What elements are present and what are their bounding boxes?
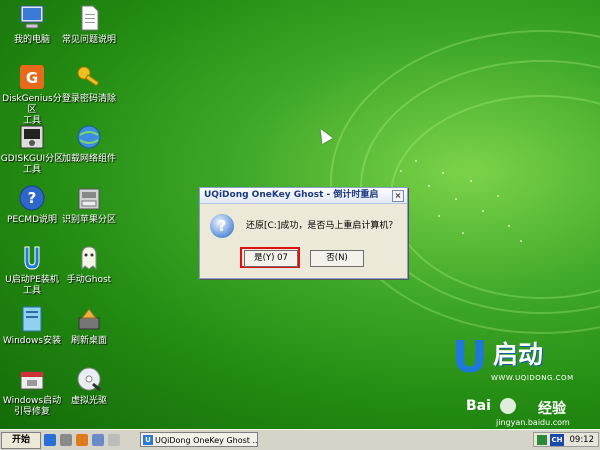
apple-disk-icon: [74, 183, 104, 213]
start-label: 开始: [11, 435, 30, 445]
document-icon: [74, 3, 104, 33]
clock: 09:12: [569, 435, 595, 445]
ghost-icon: [74, 243, 104, 273]
boot-repair-icon: [17, 364, 47, 394]
desktop-icon-diskgenius[interactable]: G DiskGenius分区 工具: [0, 62, 64, 127]
watermark-url: jingyan.baidu.com: [496, 418, 570, 427]
quick-launch-explorer-icon[interactable]: [92, 434, 104, 446]
restart-dialog: UQiDong OneKey Ghost - 倒计时重启 × ? 还原[C:]成…: [199, 187, 408, 279]
dialog-message: 还原[C:]成功，是否马上重启计算机？: [246, 221, 398, 231]
windows-install-icon: [17, 304, 47, 334]
quick-launch-tool-icon[interactable]: [60, 434, 72, 446]
desktop-icon-virtual-cdrom[interactable]: 虚拟光驱: [57, 364, 121, 407]
network-icon: [74, 122, 104, 152]
watermark-text-jingyan: 经验: [538, 401, 566, 417]
desktop-icon-label: GDISKGUI分区 工具: [0, 154, 64, 175]
gdisk-icon: [17, 122, 47, 152]
baidu-watermark: Bai 经验 jingyan.baidu.com: [466, 396, 598, 429]
taskbar-window-button[interactable]: U UQiDong OneKey Ghost ...: [140, 432, 258, 447]
ustart-icon: [17, 243, 47, 273]
desktop-icon-label: 刷新桌面: [70, 336, 107, 346]
desktop-icon-label: U启动PE装机 工具: [5, 275, 59, 296]
svg-text:?: ?: [28, 189, 37, 207]
desktop-icon-faq[interactable]: 常见问题说明: [57, 3, 121, 46]
question-icon: ?: [210, 214, 234, 238]
desktop-icon-windows-install[interactable]: Windows安装: [0, 304, 64, 347]
desktop-icon-my-computer[interactable]: 我的电脑: [0, 3, 64, 46]
quick-launch-diskgenius-icon[interactable]: [76, 434, 88, 446]
close-icon[interactable]: ×: [392, 190, 404, 202]
desktop-icon-label: 加载网络组件: [61, 154, 116, 164]
computer-icon: [17, 3, 47, 33]
desktop-icon-label: Windows启动 引导修复: [2, 396, 62, 417]
desktop-icon-apple-partition[interactable]: 识别苹果分区: [57, 183, 121, 226]
network-tray-icon[interactable]: [537, 435, 547, 445]
logo-letter: U: [452, 332, 488, 383]
svg-text:G: G: [26, 69, 38, 87]
desktop-icon-network[interactable]: 加载网络组件: [57, 122, 121, 165]
dialog-title: UQiDong OneKey Ghost - 倒计时重启: [204, 190, 379, 200]
desktop-icon-pecmd[interactable]: ? PECMD说明: [0, 183, 64, 226]
desktop: 我的电脑 G DiskGenius分区 工具 GDISKGUI分区 工具 ? P…: [0, 0, 600, 429]
desktop-icon-password-clear[interactable]: 登录密码清除: [57, 62, 121, 105]
desktop-icon-refresh-desktop[interactable]: 刷新桌面: [57, 304, 121, 347]
desktop-icon-label: 识别苹果分区: [61, 215, 116, 225]
ustart-logo: U 启动 WWW.UQIDONG.COM: [447, 334, 587, 394]
ustart-task-icon: U: [143, 435, 153, 445]
desktop-icon-label: 虚拟光驱: [70, 396, 107, 406]
desktop-icon-label: 常见问题说明: [61, 35, 116, 45]
quick-launch-desktop-icon[interactable]: [44, 434, 56, 446]
desktop-icon-ustart-pe[interactable]: U启动PE装机 工具: [0, 243, 64, 297]
system-tray: CH 09:12: [533, 432, 599, 447]
watermark-text-bai: Bai: [466, 398, 491, 414]
mouse-cursor-icon: [315, 125, 333, 145]
task-label: UQiDong OneKey Ghost ...: [155, 436, 258, 445]
desktop-icon-manual-ghost[interactable]: 手动Ghost: [57, 243, 121, 286]
ime-indicator[interactable]: CH: [550, 434, 564, 446]
desktop-icon-label: 登录密码清除: [61, 94, 116, 104]
desktop-icon-gdiskgui[interactable]: GDISKGUI分区 工具: [0, 122, 64, 176]
help-icon: ?: [17, 183, 47, 213]
refresh-icon: [74, 304, 104, 334]
desktop-icon-boot-repair[interactable]: Windows启动 引导修复: [0, 364, 64, 418]
taskbar: 开始 U UQiDong OneKey Ghost ... CH 09:12: [0, 429, 600, 450]
cdrom-icon: [74, 364, 104, 394]
dialog-title-bar[interactable]: UQiDong OneKey Ghost - 倒计时重启 ×: [200, 188, 407, 204]
no-button[interactable]: 否(N): [310, 250, 364, 267]
diskgenius-icon: G: [17, 62, 47, 92]
quick-launch-misc-icon[interactable]: [108, 434, 120, 446]
desktop-icon-label: PECMD说明: [6, 215, 58, 225]
paw-icon: [500, 398, 516, 414]
desktop-icon-label: Windows安装: [2, 336, 62, 346]
desktop-icon-label: 我的电脑: [13, 35, 50, 45]
start-button[interactable]: 开始: [1, 432, 41, 449]
desktop-icon-label: 手动Ghost: [66, 275, 112, 285]
yes-button[interactable]: 是(Y) 07: [244, 250, 298, 267]
key-icon: [74, 62, 104, 92]
logo-url: WWW.UQIDONG.COM: [491, 374, 574, 382]
logo-text: 启动: [493, 340, 544, 369]
